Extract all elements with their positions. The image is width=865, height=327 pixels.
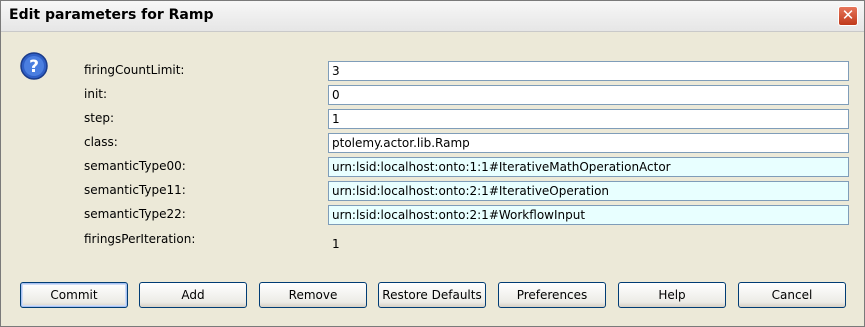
window-title: Edit parameters for Ramp [9,7,214,23]
param-field-class[interactable]: ptolemy.actor.lib.Ramp [328,133,849,153]
param-label-class: class: [84,135,118,149]
param-field-firingcountlimit[interactable]: 3 [328,61,849,81]
param-label-init: init: [84,87,108,101]
param-label-semantictype00: semanticType00: [84,159,186,173]
close-button[interactable]: ✕ [838,6,858,26]
svg-text:?: ? [29,57,39,77]
param-field-init[interactable]: 0 [328,85,849,105]
param-field-semantictype11[interactable]: urn:lsid:localhost:onto:2:1#IterativeOpe… [328,181,849,201]
param-field-semantictype00[interactable]: urn:lsid:localhost:onto:1:1#IterativeMat… [328,157,849,177]
remove-button[interactable]: Remove [259,282,367,308]
param-value-firingsperiteration: 1 [332,237,340,251]
param-label-firingcountlimit: firingCountLimit: [84,63,185,77]
param-label-step: step: [84,111,114,125]
restore-defaults-button[interactable]: Restore Defaults [378,282,486,308]
param-label-semantictype22: semanticType22: [84,207,186,221]
close-icon: ✕ [841,6,855,24]
help-button[interactable]: Help [618,282,726,308]
commit-button[interactable]: Commit [20,282,128,308]
help-icon: ? [19,51,49,81]
add-button[interactable]: Add [139,282,247,308]
title-bar[interactable]: Edit parameters for Ramp ✕ [1,1,864,32]
dialog-window: Edit parameters for Ramp ✕ ? firingCount… [0,0,865,327]
param-field-step[interactable]: 1 [328,109,849,129]
param-label-semantictype11: semanticType11: [84,183,186,197]
cancel-button[interactable]: Cancel [738,282,846,308]
param-label-firingsperiteration: firingsPerIteration: [84,232,196,246]
preferences-button[interactable]: Preferences [498,282,606,308]
param-field-semantictype22[interactable]: urn:lsid:localhost:onto:2:1#WorkflowInpu… [328,205,849,225]
